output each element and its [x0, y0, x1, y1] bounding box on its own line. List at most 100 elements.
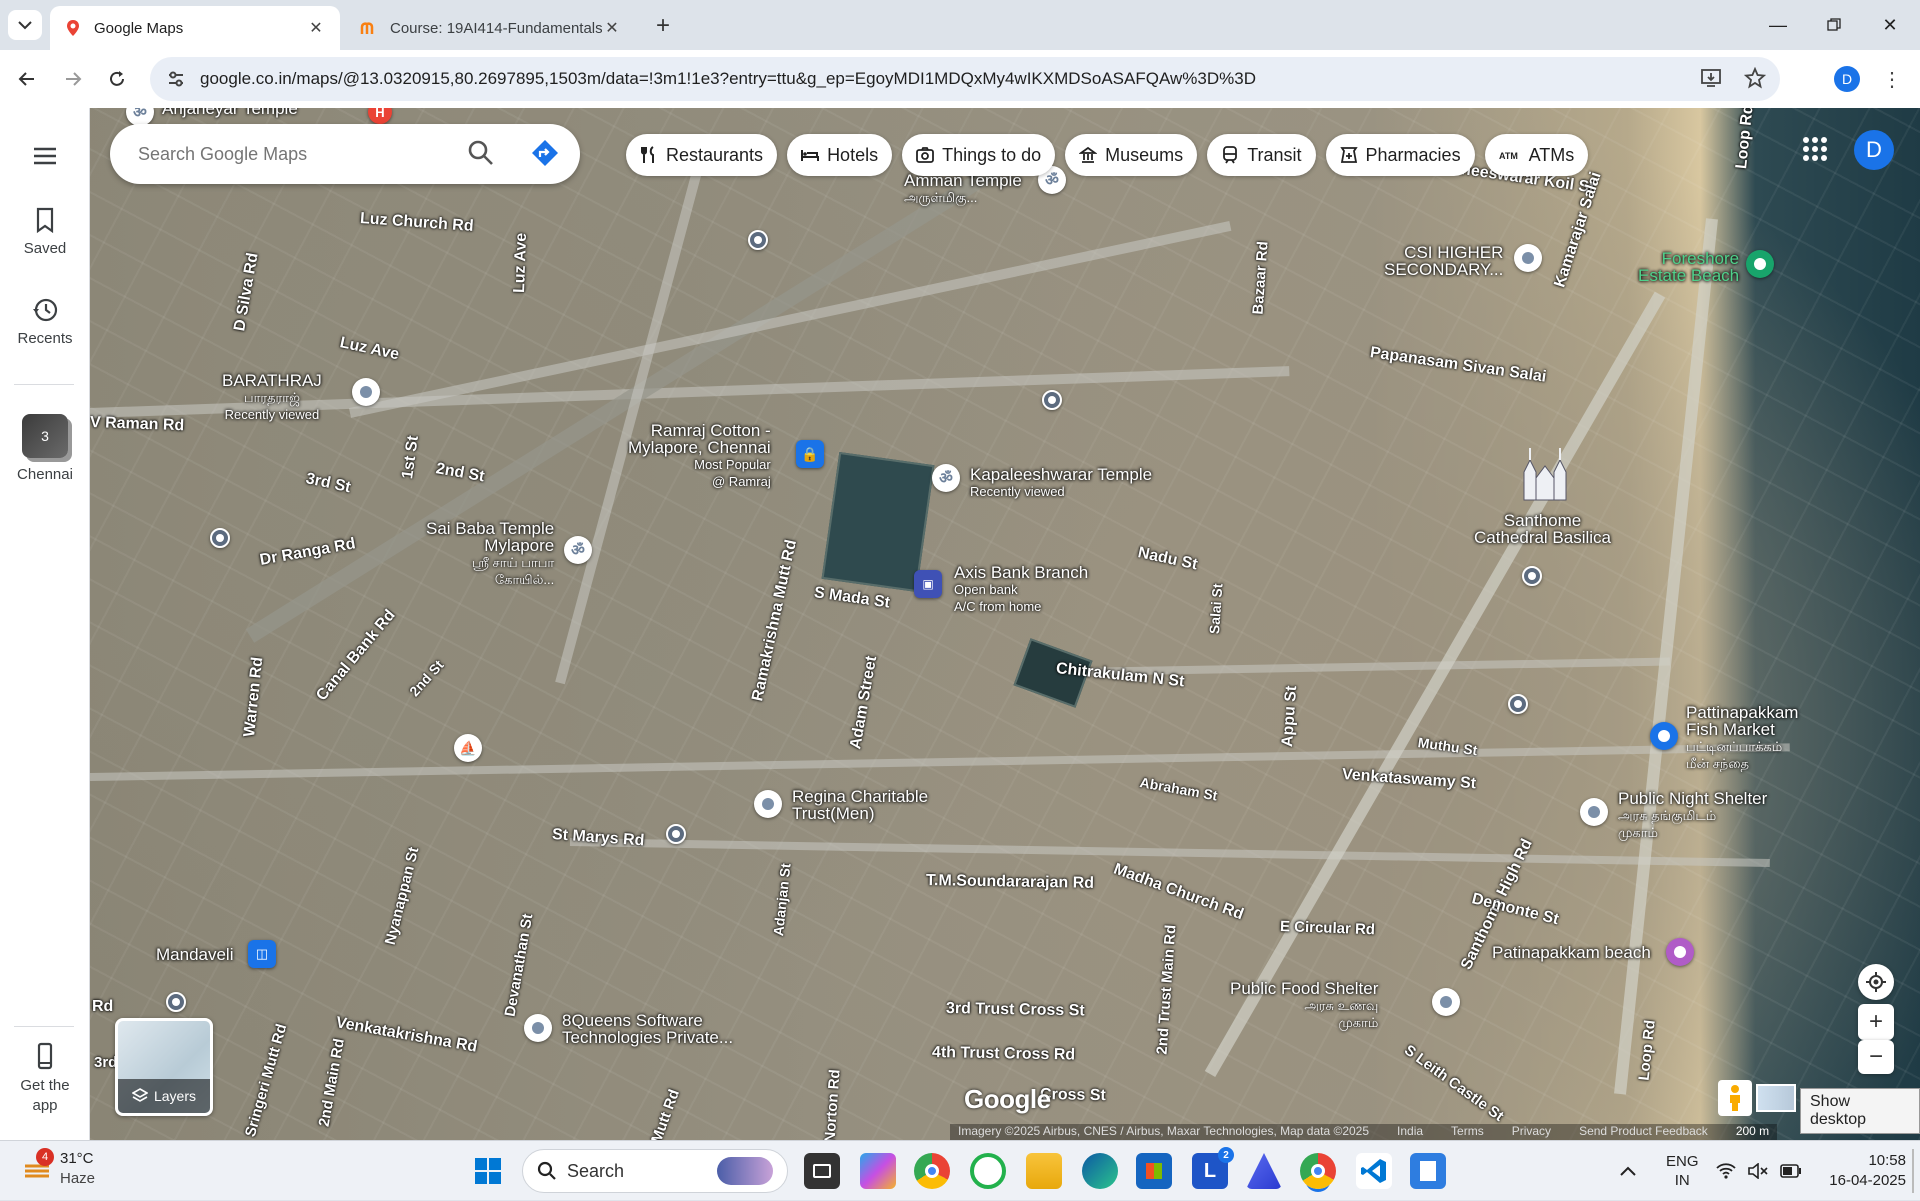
minimize-button[interactable]: — — [1750, 0, 1806, 50]
tray-overflow-icon[interactable] — [1620, 1141, 1636, 1201]
store-icon[interactable] — [1136, 1153, 1172, 1189]
pegman-icon[interactable] — [1718, 1080, 1752, 1116]
shopping-pin-icon[interactable]: 🔒 — [796, 440, 824, 468]
chip-things-to-do[interactable]: Things to do — [902, 134, 1056, 176]
bus-stop-icon[interactable] — [166, 992, 186, 1012]
india-link[interactable]: India — [1397, 1124, 1423, 1140]
system-clock[interactable]: 10:58 16-04-2025 — [1828, 1151, 1906, 1191]
triangle-app-icon[interactable] — [1246, 1153, 1282, 1189]
recent-chennai-item[interactable]: 3 Chennai — [0, 414, 90, 483]
school-pin-icon[interactable] — [1514, 244, 1542, 272]
place-foreshore[interactable]: Foreshore Estate Beach — [1638, 250, 1739, 284]
search-icon[interactable] — [466, 138, 496, 168]
bus-stop-icon[interactable] — [748, 230, 768, 250]
chrome-icon[interactable] — [914, 1153, 950, 1189]
close-tab-icon[interactable]: ✕ — [602, 18, 622, 38]
task-view-icon[interactable] — [804, 1153, 840, 1189]
place-axis-bank[interactable]: Axis Bank Branch Open bank A/C from home — [954, 564, 1088, 615]
place-amman-temple[interactable]: Amman Temple அருள்மிகு... — [904, 172, 1022, 206]
browser-profile-avatar[interactable]: D — [1834, 66, 1860, 92]
bus-stop-icon[interactable] — [1042, 390, 1062, 410]
tab-course[interactable]: Course: 19AI414-Fundamentals ✕ — [346, 6, 636, 50]
place-pin-icon[interactable] — [1432, 988, 1460, 1016]
chip-museums[interactable]: Museums — [1065, 134, 1198, 176]
zoom-out-button[interactable]: − — [1858, 1040, 1894, 1074]
bus-stop-icon[interactable] — [1508, 694, 1528, 714]
temple-pin-icon[interactable]: ॐ — [932, 464, 960, 492]
account-avatar[interactable]: D — [1854, 130, 1894, 170]
chip-restaurants[interactable]: Restaurants — [626, 134, 778, 176]
chip-hotels[interactable]: Hotels — [787, 134, 893, 176]
directions-icon[interactable] — [530, 138, 560, 168]
scale-label[interactable]: 200 m — [1736, 1124, 1769, 1140]
place-8queens[interactable]: 8Queens Software Technologies Private... — [562, 1012, 733, 1046]
search-input[interactable] — [138, 143, 438, 165]
place-pin-icon[interactable] — [352, 378, 380, 406]
address-bar[interactable]: google.co.in/maps/@13.0320915,80.2697895… — [150, 57, 1780, 101]
recents-button[interactable]: Recents — [0, 296, 90, 347]
place-regina[interactable]: Regina Charitable Trust(Men) — [792, 788, 928, 822]
bus-stop-icon[interactable] — [666, 824, 686, 844]
install-app-icon[interactable] — [1700, 67, 1722, 89]
language-indicator[interactable]: ENG IN — [1666, 1141, 1699, 1201]
file-explorer-icon[interactable] — [1026, 1153, 1062, 1189]
show-desktop-strip[interactable] — [1912, 1149, 1914, 1193]
bank-pin-icon[interactable]: ▣ — [914, 570, 942, 598]
google-apps-icon[interactable] — [1802, 136, 1828, 162]
search-box[interactable] — [110, 124, 580, 184]
beach-pin-icon[interactable] — [1746, 250, 1774, 278]
church-landmark-icon[interactable] — [1518, 442, 1572, 502]
start-button[interactable] — [470, 1153, 506, 1189]
saved-button[interactable]: Saved — [0, 206, 90, 257]
tab-search-button[interactable] — [8, 10, 42, 40]
privacy-link[interactable]: Privacy — [1512, 1124, 1551, 1140]
maximize-button[interactable] — [1806, 0, 1862, 50]
beach-pin-icon[interactable] — [1666, 938, 1694, 966]
map-type-thumbnail[interactable] — [1756, 1084, 1796, 1112]
new-tab-button[interactable]: + — [648, 12, 678, 40]
edge-icon[interactable] — [1082, 1153, 1118, 1189]
site-info-icon[interactable] — [166, 69, 186, 89]
quick-settings[interactable] — [1716, 1141, 1802, 1201]
get-app-button[interactable]: Get the app — [0, 1042, 90, 1116]
boat-pin-icon[interactable]: ⛵ — [454, 734, 482, 762]
notepad-icon[interactable] — [1410, 1153, 1446, 1189]
place-pin-icon[interactable] — [524, 1014, 552, 1042]
bookmark-star-icon[interactable] — [1744, 67, 1766, 89]
place-santhome[interactable]: Santhome Cathedral Basilica — [1474, 512, 1611, 546]
temple-pin-icon[interactable]: ॐ — [564, 536, 592, 564]
bus-stop-icon[interactable] — [210, 528, 230, 548]
zoom-in-button[interactable]: + — [1858, 1004, 1894, 1040]
map-canvas[interactable]: Luz Church Rd Luz Ave Luz Ave D Silva Rd… — [90, 108, 1920, 1140]
place-barathraj[interactable]: BARATHRAJ பாரதராஜ் Recently viewed — [222, 372, 322, 423]
place-mandaveli[interactable]: Mandaveli — [156, 946, 234, 963]
chip-transit[interactable]: Transit — [1207, 134, 1316, 176]
feedback-link[interactable]: Send Product Feedback — [1579, 1124, 1708, 1140]
place-ramraj[interactable]: Ramraj Cotton - Mylapore, Chennai Most P… — [628, 422, 771, 490]
market-pin-icon[interactable] — [1650, 722, 1678, 750]
back-button[interactable] — [10, 62, 44, 96]
terms-link[interactable]: Terms — [1451, 1124, 1484, 1140]
browser-menu-icon[interactable]: ⋮ — [1880, 64, 1904, 94]
place-csi[interactable]: CSI HIGHER SECONDARY... — [1384, 244, 1503, 278]
chip-pharmacies[interactable]: Pharmacies — [1325, 134, 1475, 176]
vscode-icon[interactable] — [1356, 1153, 1392, 1189]
place-kapaleeshwarar[interactable]: Kapaleeshwarar Temple Recently viewed — [970, 466, 1152, 500]
place-pattinapakkam-market[interactable]: Pattinapakkam Fish Market பட்டினப்பாக்கம… — [1686, 704, 1798, 772]
hospital-pin-icon[interactable]: H — [368, 108, 392, 124]
l-app-icon[interactable]: L2 — [1192, 1147, 1234, 1189]
chrome-active-icon[interactable] — [1300, 1153, 1336, 1189]
layers-button[interactable]: Layers — [115, 1018, 213, 1116]
place-pin-icon[interactable] — [1580, 798, 1608, 826]
place-public-night-shelter[interactable]: Public Night Shelter அரசு தங்குமிடம் முக… — [1618, 790, 1767, 841]
copilot-icon[interactable] — [860, 1153, 896, 1189]
tab-google-maps[interactable]: Google Maps ✕ — [50, 6, 340, 50]
place-patinapakkam-beach[interactable]: Patinapakkam beach — [1492, 944, 1651, 961]
place-public-food-shelter[interactable]: Public Food Shelter அரசு உணவு முகாம் — [1230, 980, 1378, 1031]
taskbar-search[interactable]: Search — [522, 1149, 788, 1193]
place-anjaneyar-label[interactable]: Anjaneyar Temple — [162, 108, 298, 117]
main-menu-button[interactable] — [0, 142, 90, 176]
bus-stop-icon[interactable] — [1522, 566, 1542, 586]
train-station-pin-icon[interactable]: ◫ — [248, 940, 276, 968]
chip-atms[interactable]: ATM ATMs — [1484, 134, 1589, 176]
